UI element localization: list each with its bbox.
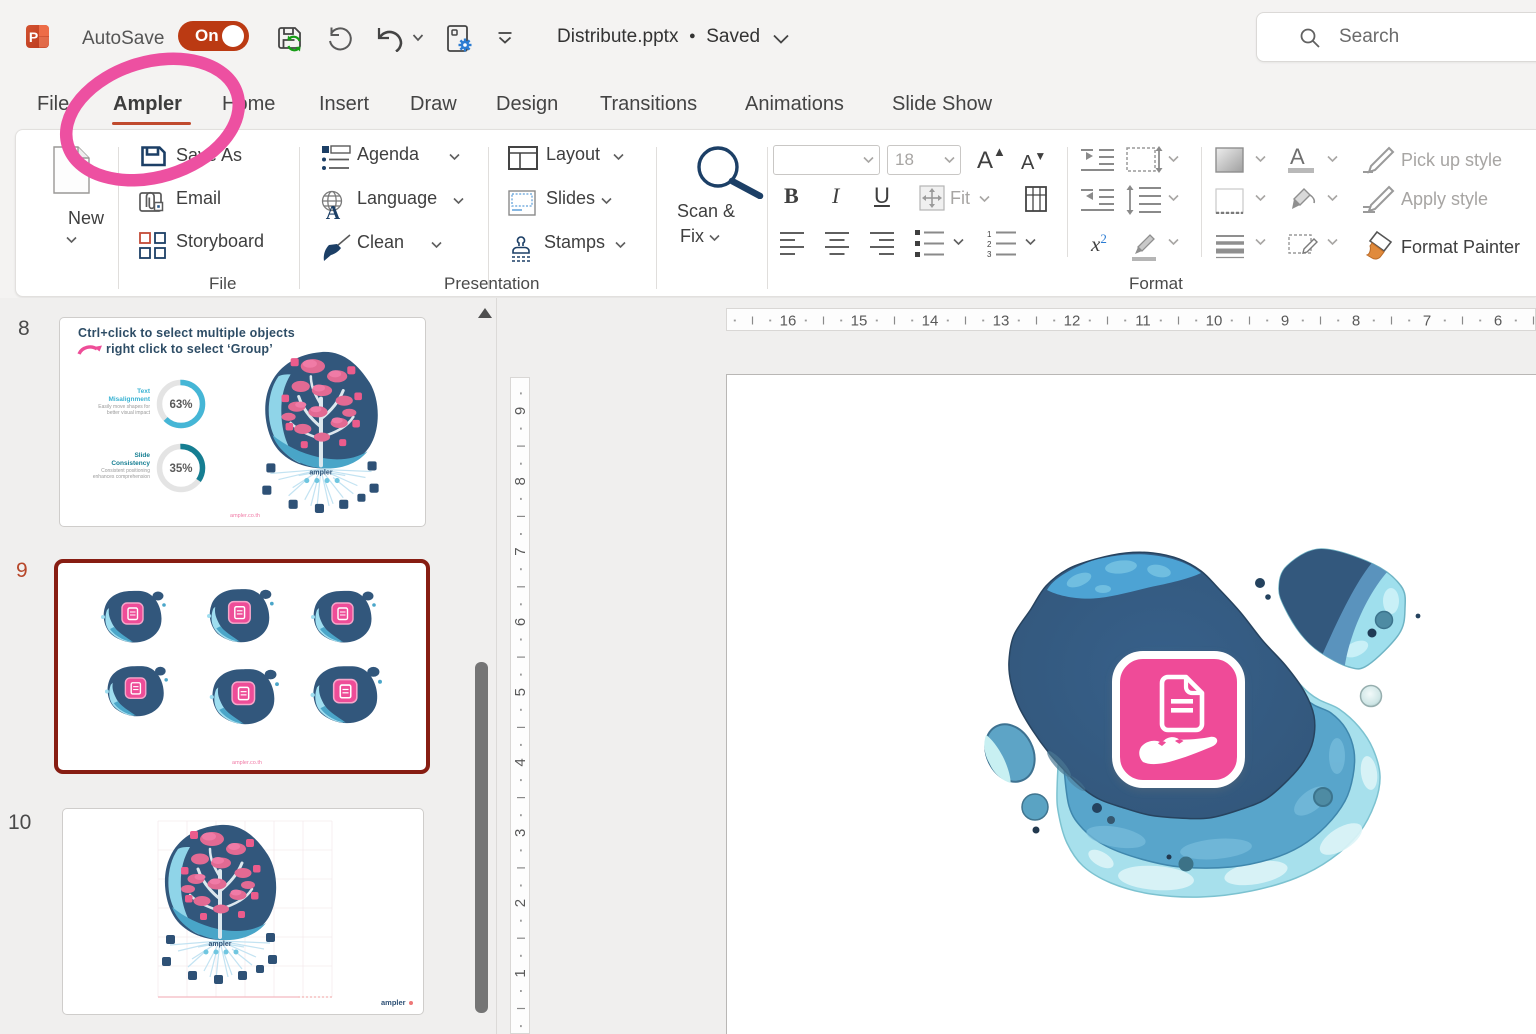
svg-text:ampler: ampler bbox=[381, 998, 406, 1007]
svg-text:63%: 63% bbox=[169, 399, 192, 411]
svg-text:5: 5 bbox=[512, 688, 529, 696]
svg-text:8: 8 bbox=[512, 477, 529, 485]
svg-text:12: 12 bbox=[1064, 313, 1081, 330]
svg-text:2: 2 bbox=[512, 899, 529, 907]
svg-text:35%: 35% bbox=[169, 463, 192, 475]
svg-text:16: 16 bbox=[780, 313, 797, 330]
svg-text:10: 10 bbox=[1206, 313, 1223, 330]
svg-text:14: 14 bbox=[922, 313, 939, 330]
svg-text:3: 3 bbox=[987, 250, 992, 258]
svg-text:1: 1 bbox=[987, 230, 992, 239]
svg-text:11: 11 bbox=[1135, 313, 1151, 330]
svg-text:13: 13 bbox=[993, 313, 1010, 330]
svg-text:9: 9 bbox=[1281, 313, 1289, 330]
svg-text:9: 9 bbox=[512, 407, 529, 415]
svg-text:4: 4 bbox=[512, 758, 529, 766]
svg-text:6: 6 bbox=[1494, 313, 1502, 330]
svg-text:A: A bbox=[326, 202, 341, 220]
svg-text:6: 6 bbox=[512, 618, 529, 626]
svg-text:3: 3 bbox=[512, 829, 529, 837]
svg-text:15: 15 bbox=[851, 313, 868, 330]
svg-text:1: 1 bbox=[512, 969, 529, 977]
svg-text:8: 8 bbox=[1352, 313, 1360, 330]
svg-text:7: 7 bbox=[1423, 313, 1431, 330]
svg-text:P: P bbox=[29, 29, 38, 45]
svg-text:7: 7 bbox=[512, 547, 529, 555]
svg-text:2: 2 bbox=[987, 240, 992, 249]
